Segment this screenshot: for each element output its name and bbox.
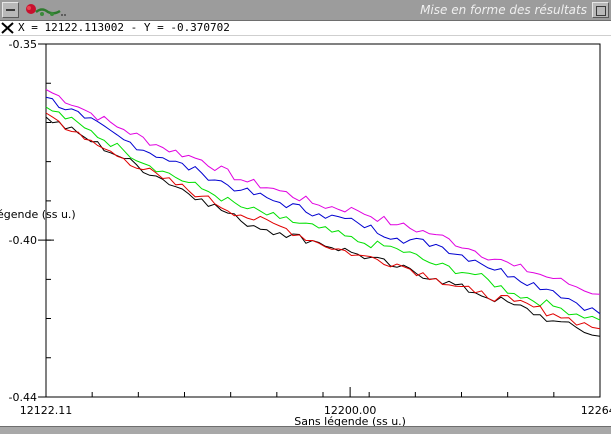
bottom-scroll-strip [0,426,611,434]
rose-logo-icon [26,4,66,16]
close-square-icon[interactable] [592,2,609,18]
plot-frame [45,43,601,398]
minor-ticks [46,82,555,397]
series-line-1 [45,89,601,295]
x-close-icon[interactable] [1,22,14,34]
series-line-4 [45,116,601,337]
x-axis-label: Sans légende (ss u.) [294,415,406,426]
x-tick-label: 12122.11 [20,404,73,417]
y-tick-label: -0.44 [9,391,37,404]
series-line-5 [45,112,601,330]
window-menu-icon[interactable] [2,2,19,18]
status-bar: X = 12122.113002 - Y = -0.370702 [0,21,611,36]
title-bar: Mise en forme des résultats [0,0,611,21]
series-line-2 [45,96,601,315]
y-tick-label: -0.35 [9,38,37,51]
y-tick-label: -0.40 [9,234,37,247]
x-tick-label: 12264. [581,404,611,417]
window-title: Mise en forme des résultats [420,3,587,17]
cursor-coordinates: X = 12122.113002 - Y = -0.370702 [18,21,230,34]
series-line-3 [45,106,601,321]
plot-area[interactable]: 12122.1112200.0012264.-0.35-0.40-0.44San… [0,36,611,426]
y-axis-label: Sans légende (ss u.) [0,208,76,221]
